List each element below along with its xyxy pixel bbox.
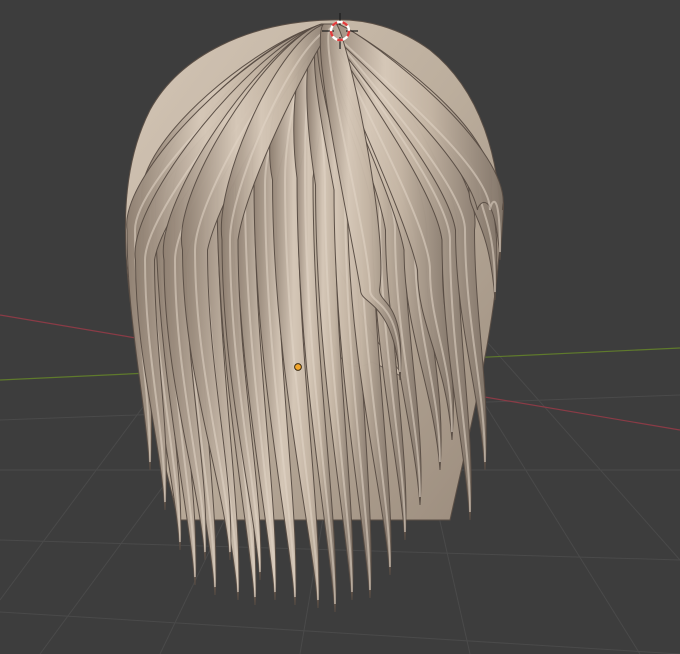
object-origin-icon[interactable] [294, 363, 302, 371]
3d-viewport[interactable] [0, 0, 680, 654]
viewport-canvas[interactable] [0, 0, 680, 654]
grid-line [0, 539, 680, 561]
grid-line [0, 611, 680, 654]
hair-mesh[interactable] [124, 19, 505, 613]
